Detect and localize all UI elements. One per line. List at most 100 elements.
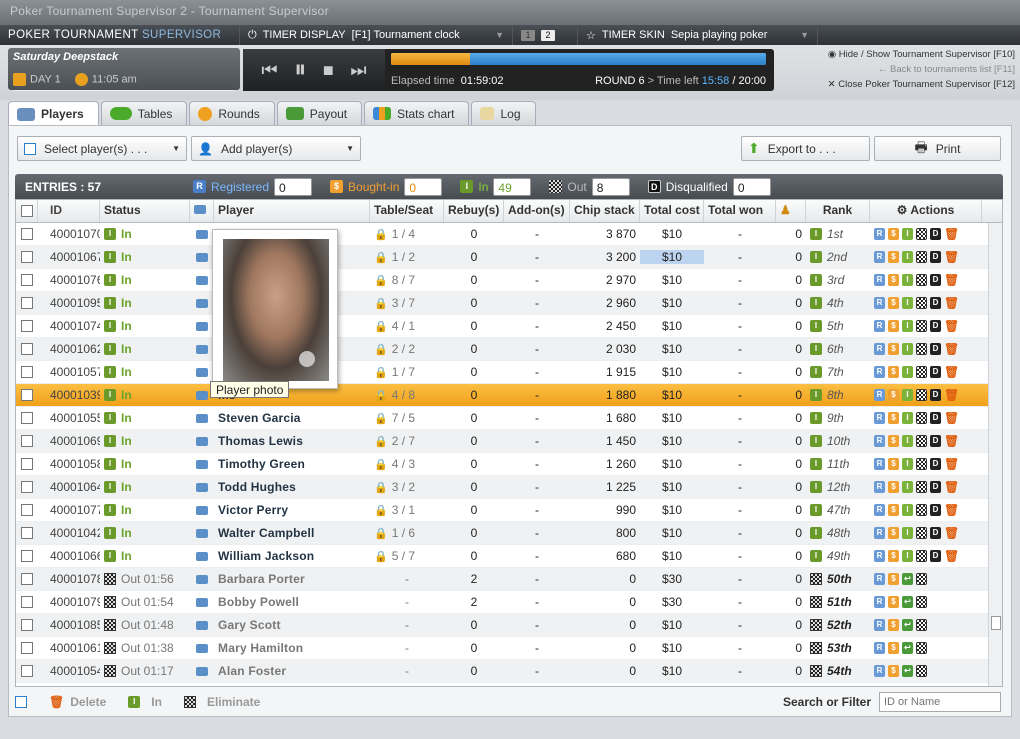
back-link[interactable]: ← Back to tournaments list [F11]: [795, 62, 1015, 77]
row-chip-stack[interactable]: 0: [570, 664, 640, 678]
row-checkbox-cell[interactable]: [16, 527, 38, 539]
in-filter[interactable]: I In 49: [460, 177, 532, 196]
table-row[interactable]: 40001078 Out 01:56 Barbara Porter - 2 - 0 $30 - 0…: [16, 568, 1002, 591]
trash-icon[interactable]: 🗑: [944, 458, 959, 470]
in-action-icon[interactable]: I: [902, 251, 913, 263]
register-action-icon[interactable]: R: [874, 251, 885, 263]
tab-rounds[interactable]: Rounds: [189, 101, 275, 125]
checkbox-icon[interactable]: [21, 274, 33, 286]
row-chip-stack[interactable]: 2 960: [570, 296, 640, 310]
row-chip-stack[interactable]: 0: [570, 595, 640, 609]
in-action-icon[interactable]: I: [902, 412, 913, 424]
buy-in-action-icon[interactable]: $: [888, 297, 899, 309]
trash-icon[interactable]: 🗑: [944, 504, 959, 516]
tab-stats-chart[interactable]: Stats chart: [364, 101, 470, 125]
checkbox-icon[interactable]: [21, 366, 33, 378]
row-checkbox-cell[interactable]: [16, 412, 38, 424]
bought-in-filter[interactable]: $ Bought-in 0: [330, 177, 443, 196]
scroll-thumb[interactable]: [991, 616, 1001, 630]
col-rank[interactable]: Rank: [806, 200, 870, 222]
register-action-icon[interactable]: R: [874, 481, 885, 493]
row-chip-stack[interactable]: 1 915: [570, 365, 640, 379]
registered-filter[interactable]: R Registered 0: [193, 177, 313, 196]
buy-in-action-icon[interactable]: $: [888, 596, 899, 608]
row-photo[interactable]: [190, 459, 214, 469]
disqualify-action-icon[interactable]: D: [930, 343, 941, 355]
buy-in-action-icon[interactable]: $: [888, 320, 899, 332]
disqualify-action-icon[interactable]: D: [930, 527, 941, 539]
row-checkbox-cell[interactable]: [16, 297, 38, 309]
reinstate-action-icon[interactable]: ↩: [902, 619, 913, 631]
trash-icon[interactable]: 🗑: [944, 481, 959, 493]
trash-icon[interactable]: 🗑: [944, 550, 959, 562]
buy-in-action-icon[interactable]: $: [888, 619, 899, 631]
row-chip-stack[interactable]: 1 450: [570, 434, 640, 448]
row-chip-stack[interactable]: 1 225: [570, 480, 640, 494]
row-checkbox-cell[interactable]: [16, 665, 38, 677]
in-action-icon[interactable]: I: [902, 274, 913, 286]
buy-in-action-icon[interactable]: $: [888, 665, 899, 677]
col-knockouts[interactable]: ♟: [776, 200, 806, 222]
row-photo[interactable]: [190, 528, 214, 538]
trash-icon[interactable]: 🗑: [944, 274, 959, 286]
eliminate-action-icon[interactable]: [916, 389, 927, 401]
eliminate-action-icon[interactable]: [916, 481, 927, 493]
print-button[interactable]: 🖶 Print: [874, 136, 1001, 161]
page-1-button[interactable]: 1: [521, 29, 535, 41]
checkbox-icon[interactable]: [21, 481, 33, 493]
row-chip-stack[interactable]: 0: [570, 618, 640, 632]
in-action-icon[interactable]: I: [902, 481, 913, 493]
table-row[interactable]: 40001079 Out 01:54 Bobby Powell - 2 - 0 $30 - 0 51…: [16, 591, 1002, 614]
table-row[interactable]: 40001076 I In 🔒 8 / 70-2 970 $10-0 I 3rd R $ I D 🗑: [16, 269, 1002, 292]
table-row[interactable]: 40001062 I In 🔒 2 / 20-2 030 $10-0 I 6th R $ I D 🗑: [16, 338, 1002, 361]
row-chip-stack[interactable]: 2 450: [570, 319, 640, 333]
col-addons[interactable]: Add-on(s): [504, 200, 570, 222]
register-action-icon[interactable]: R: [874, 642, 885, 654]
checkbox-icon[interactable]: [21, 412, 33, 424]
col-table-seat[interactable]: Table/Seat: [370, 200, 444, 222]
row-player[interactable]: Alan Foster: [214, 664, 370, 678]
disqualify-action-icon[interactable]: D: [930, 366, 941, 378]
row-player[interactable]: Thomas Lewis: [214, 434, 370, 448]
select-players-dropdown[interactable]: Select player(s) . . . ▼: [17, 136, 187, 161]
trash-icon[interactable]: 🗑: [944, 412, 959, 424]
checkbox-icon[interactable]: [21, 665, 33, 677]
reinstate-action-icon[interactable]: ↩: [902, 573, 913, 585]
disqualify-action-icon[interactable]: D: [930, 389, 941, 401]
trash-icon[interactable]: 🗑: [944, 297, 959, 309]
eliminate-action-icon[interactable]: [916, 458, 927, 470]
buy-in-action-icon[interactable]: $: [888, 481, 899, 493]
disqualified-filter[interactable]: D Disqualified 0: [647, 177, 771, 196]
out-filter[interactable]: Out 8: [549, 177, 630, 196]
checkbox-icon[interactable]: [21, 228, 33, 240]
table-row[interactable]: 40001070 I In 🔒 1 / 40-3 870 $10-0 I 1st R $ I D 🗑: [16, 223, 1002, 246]
register-action-icon[interactable]: R: [874, 412, 885, 424]
row-chip-stack[interactable]: 0: [570, 572, 640, 586]
table-row[interactable]: 40001054 Out 01:17 Alan Foster - 0 - 0 $10 - 0 54t…: [16, 660, 1002, 683]
row-photo[interactable]: [190, 344, 214, 354]
table-row[interactable]: 40001039IInms🔒4 / 80-1 880$10-0I8thR$ID🗑: [16, 384, 1002, 407]
checkbox-icon[interactable]: [21, 550, 33, 562]
eliminate-action-icon[interactable]: [916, 573, 927, 585]
register-action-icon[interactable]: R: [874, 527, 885, 539]
row-player[interactable]: Barbara Porter: [214, 572, 370, 586]
row-chip-stack[interactable]: 0: [570, 641, 640, 655]
buy-in-action-icon[interactable]: $: [888, 274, 899, 286]
row-checkbox-cell[interactable]: [16, 435, 38, 447]
disqualify-action-icon[interactable]: D: [930, 274, 941, 286]
table-row[interactable]: 40001069 I In Thomas Lewis 🔒 2 / 7 0 - 1 450 $10 -…: [16, 430, 1002, 453]
checkbox-icon[interactable]: [21, 504, 33, 516]
col-photo[interactable]: [190, 200, 214, 222]
trash-icon[interactable]: 🗑: [944, 228, 959, 240]
register-action-icon[interactable]: R: [874, 343, 885, 355]
eliminate-action-icon[interactable]: [916, 343, 927, 355]
eliminate-action-icon[interactable]: [916, 435, 927, 447]
row-chip-stack[interactable]: 1 880: [570, 388, 640, 402]
col-chip-stack[interactable]: Chip stack: [570, 200, 640, 222]
row-player[interactable]: Gary Scott: [214, 618, 370, 632]
checkbox-icon[interactable]: [21, 343, 33, 355]
register-action-icon[interactable]: R: [874, 274, 885, 286]
pause-icon[interactable]: ⏸: [294, 56, 306, 84]
table-row[interactable]: 40001055 I In Steven Garcia 🔒 7 / 5 0 - 1 680 $10…: [16, 407, 1002, 430]
row-player[interactable]: Steven Garcia: [214, 411, 370, 425]
